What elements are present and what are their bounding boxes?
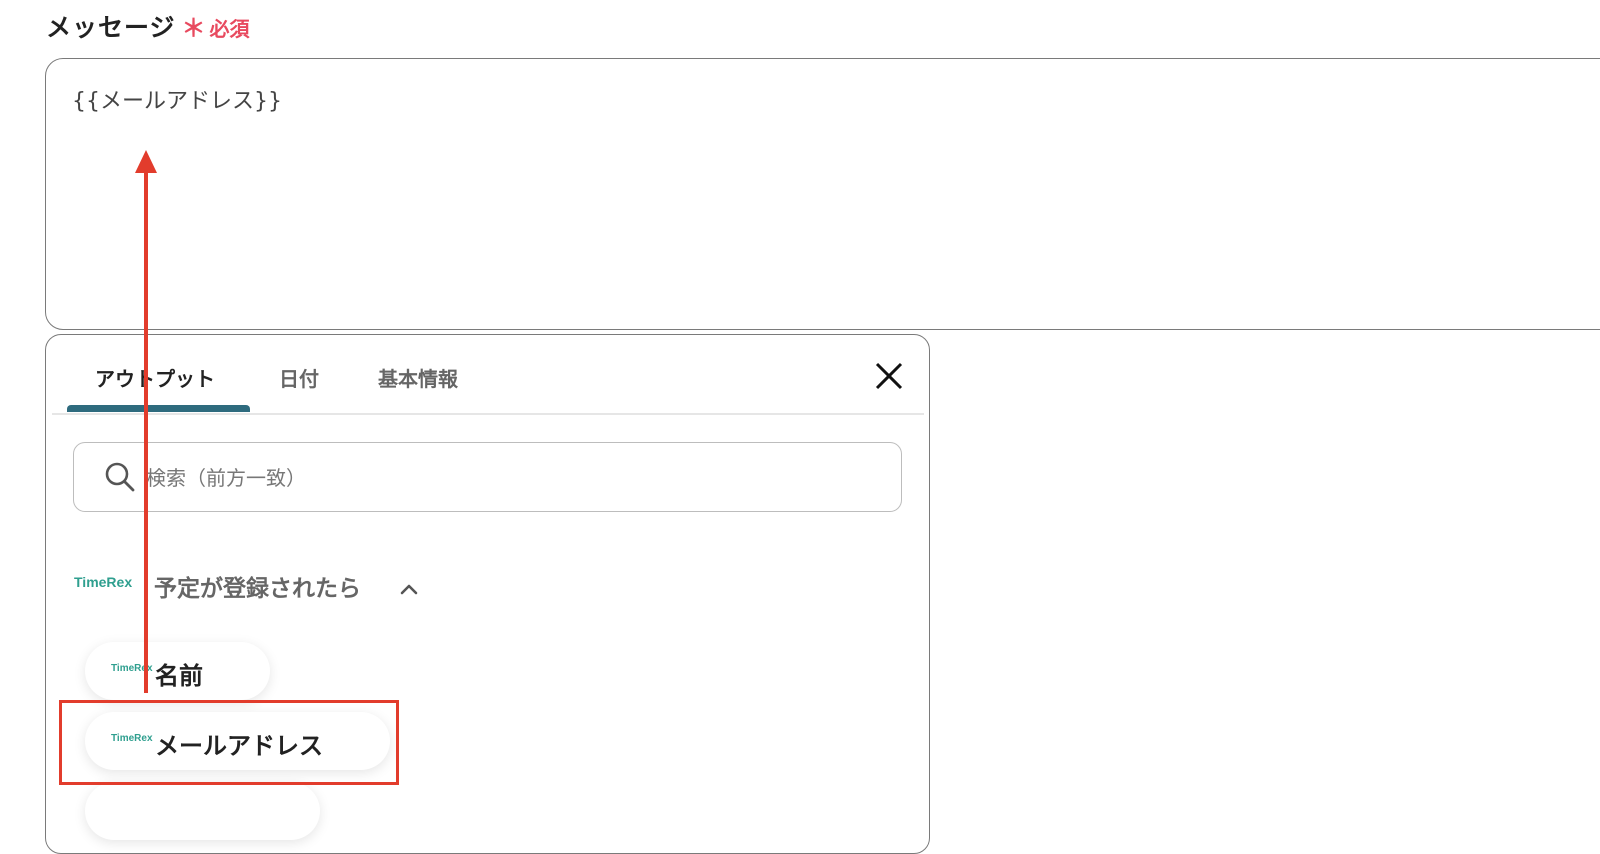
tab-bar: アウトプット 日付 基本情報	[52, 335, 924, 415]
group-title: 予定が登録されたら	[154, 576, 361, 602]
output-item-name[interactable]: TimeRex 名前	[85, 642, 270, 700]
required-mark: ＊	[181, 14, 206, 42]
required-badge: ＊必須	[182, 8, 250, 43]
message-textarea[interactable]: {{メールアドレス}}	[45, 58, 1600, 330]
close-icon[interactable]	[872, 359, 906, 393]
required-label: 必須	[209, 17, 250, 41]
search-box	[73, 442, 902, 512]
output-item-partial[interactable]	[85, 782, 320, 840]
highlight-box	[59, 700, 399, 785]
message-label: メッセージ	[46, 13, 176, 42]
output-item-label: 名前	[155, 662, 203, 690]
chevron-up-icon[interactable]	[398, 578, 420, 600]
search-input[interactable]	[144, 455, 848, 501]
search-icon	[105, 462, 135, 492]
active-tab-indicator	[67, 405, 250, 412]
timerex-logo: TimeRex	[111, 663, 153, 674]
tab-basic-info[interactable]: 基本情報	[378, 363, 458, 392]
message-field-label: メッセージ ＊必須	[46, 8, 250, 44]
message-value: {{メールアドレス}}	[72, 89, 282, 114]
trigger-group-header[interactable]: TimeRex 予定が登録されたら	[46, 550, 466, 620]
tab-date[interactable]: 日付	[279, 363, 319, 392]
timerex-logo: TimeRex	[74, 574, 133, 590]
tab-output[interactable]: アウトプット	[95, 363, 215, 392]
